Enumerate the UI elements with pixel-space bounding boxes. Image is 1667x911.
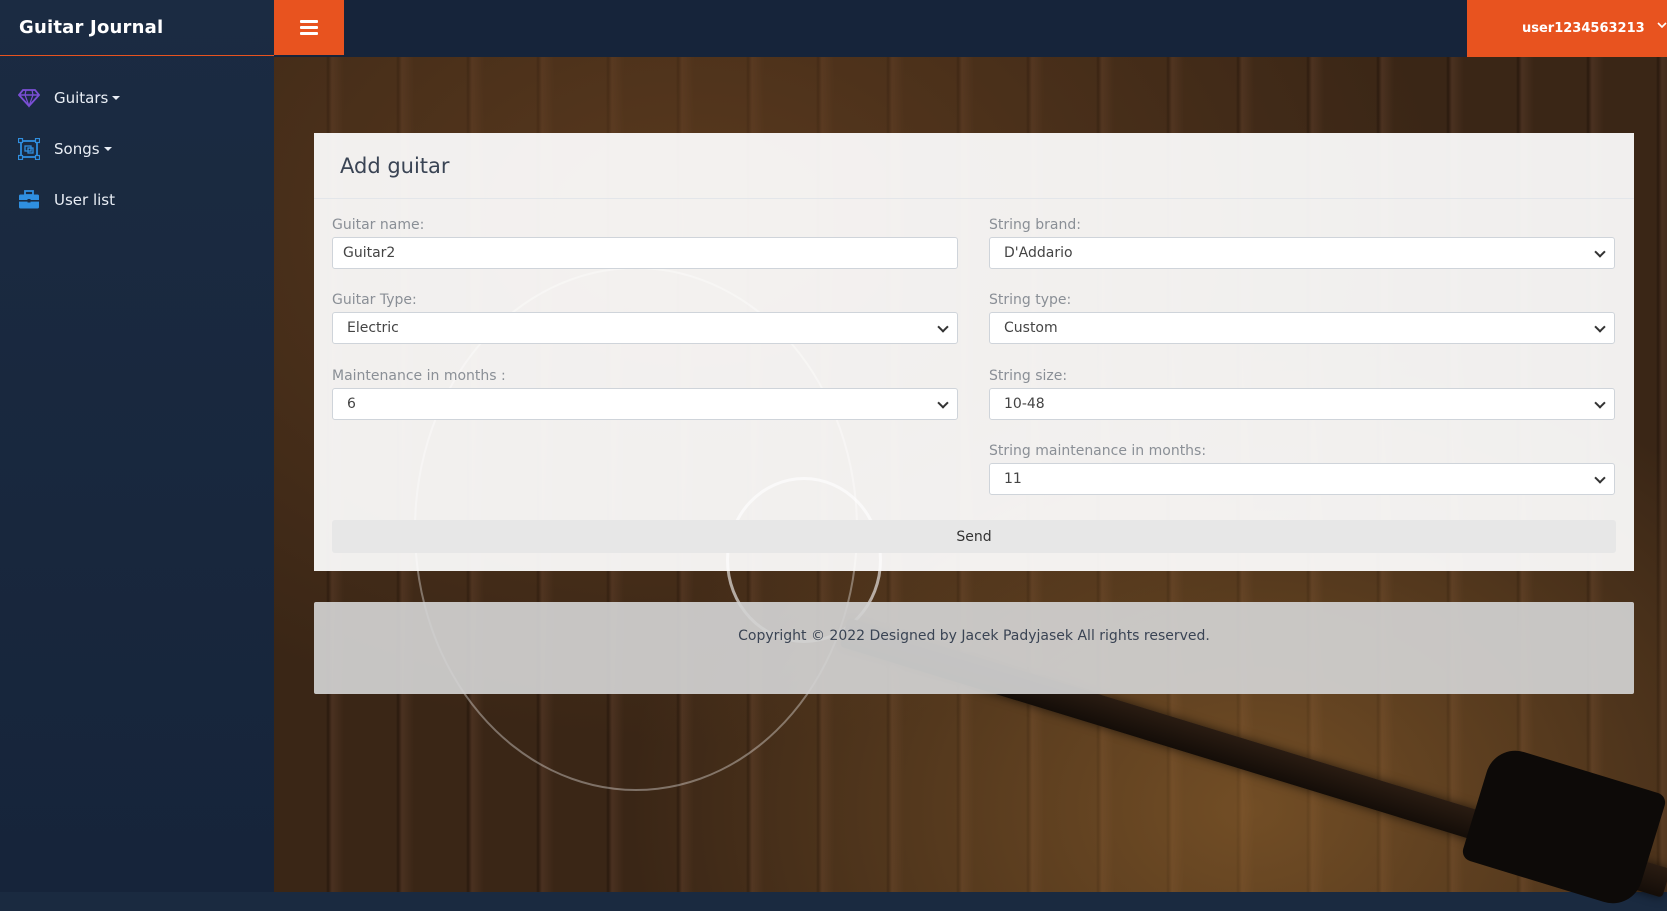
- diamond-icon: [18, 87, 40, 109]
- string-type-label: String type:: [989, 292, 1072, 308]
- top-bar: user1234563213: [274, 0, 1667, 57]
- briefcase-icon: [18, 189, 40, 211]
- caret-down-icon: [112, 95, 121, 100]
- sidebar: Guitar Journal Guitars Songs User list: [0, 0, 274, 892]
- maintenance-label: Maintenance in months :: [332, 368, 506, 384]
- string-size-field: String size: 10-48: [989, 368, 1615, 420]
- send-button[interactable]: Send: [332, 520, 1616, 553]
- maintenance-select[interactable]: 6: [332, 388, 958, 420]
- string-brand-select[interactable]: D'Addario: [989, 237, 1615, 269]
- string-maintenance-field: String maintenance in months: 11: [989, 443, 1615, 495]
- sidebar-item-label: Guitars: [54, 88, 109, 107]
- guitar-type-select[interactable]: Electric: [332, 312, 958, 344]
- hamburger-icon: [300, 17, 318, 38]
- string-size-label: String size:: [989, 368, 1068, 384]
- user-name: user1234563213: [1522, 21, 1645, 36]
- sidebar-item-songs[interactable]: Songs: [0, 123, 274, 174]
- caret-down-icon: [103, 146, 112, 151]
- guitar-type-field: Guitar Type: Electric: [332, 292, 958, 344]
- string-brand-field: String brand: D'Addario: [989, 217, 1615, 269]
- sidebar-item-label: User list: [54, 190, 115, 209]
- maintenance-field: Maintenance in months : 6: [332, 368, 958, 420]
- string-size-select[interactable]: 10-48: [989, 388, 1615, 420]
- string-type-select[interactable]: Custom: [989, 312, 1615, 344]
- guitar-headstock: [1460, 743, 1667, 911]
- sidebar-item-guitars[interactable]: Guitars: [0, 72, 274, 123]
- guitar-name-label: Guitar name:: [332, 217, 425, 233]
- string-maintenance-label: String maintenance in months:: [989, 443, 1207, 459]
- guitar-name-input[interactable]: Guitar2: [332, 237, 958, 269]
- add-guitar-card: Add guitar Guitar name: Guitar2 Guitar T…: [314, 133, 1634, 571]
- chevron-down-icon: [1657, 22, 1667, 29]
- frame-icon: [18, 137, 40, 160]
- user-menu[interactable]: user1234563213: [1467, 0, 1667, 57]
- card-title: Add guitar: [314, 133, 1634, 199]
- menu-toggle-button[interactable]: [274, 0, 344, 55]
- guitar-name-field: Guitar name: Guitar2: [332, 217, 958, 269]
- string-type-field: String type: Custom: [989, 292, 1615, 344]
- footer: Copyright © 2022 Designed by Jacek Padyj…: [314, 602, 1634, 694]
- guitar-type-label: Guitar Type:: [332, 292, 417, 308]
- brand-title[interactable]: Guitar Journal: [0, 0, 274, 56]
- sidebar-nav: Guitars Songs User list: [0, 72, 274, 225]
- sidebar-item-user-list[interactable]: User list: [0, 174, 274, 225]
- string-maintenance-select[interactable]: 11: [989, 463, 1615, 495]
- copyright-text: Copyright © 2022 Designed by Jacek Padyj…: [738, 628, 1210, 644]
- sidebar-item-label: Songs: [54, 139, 100, 158]
- string-brand-label: String brand:: [989, 217, 1081, 233]
